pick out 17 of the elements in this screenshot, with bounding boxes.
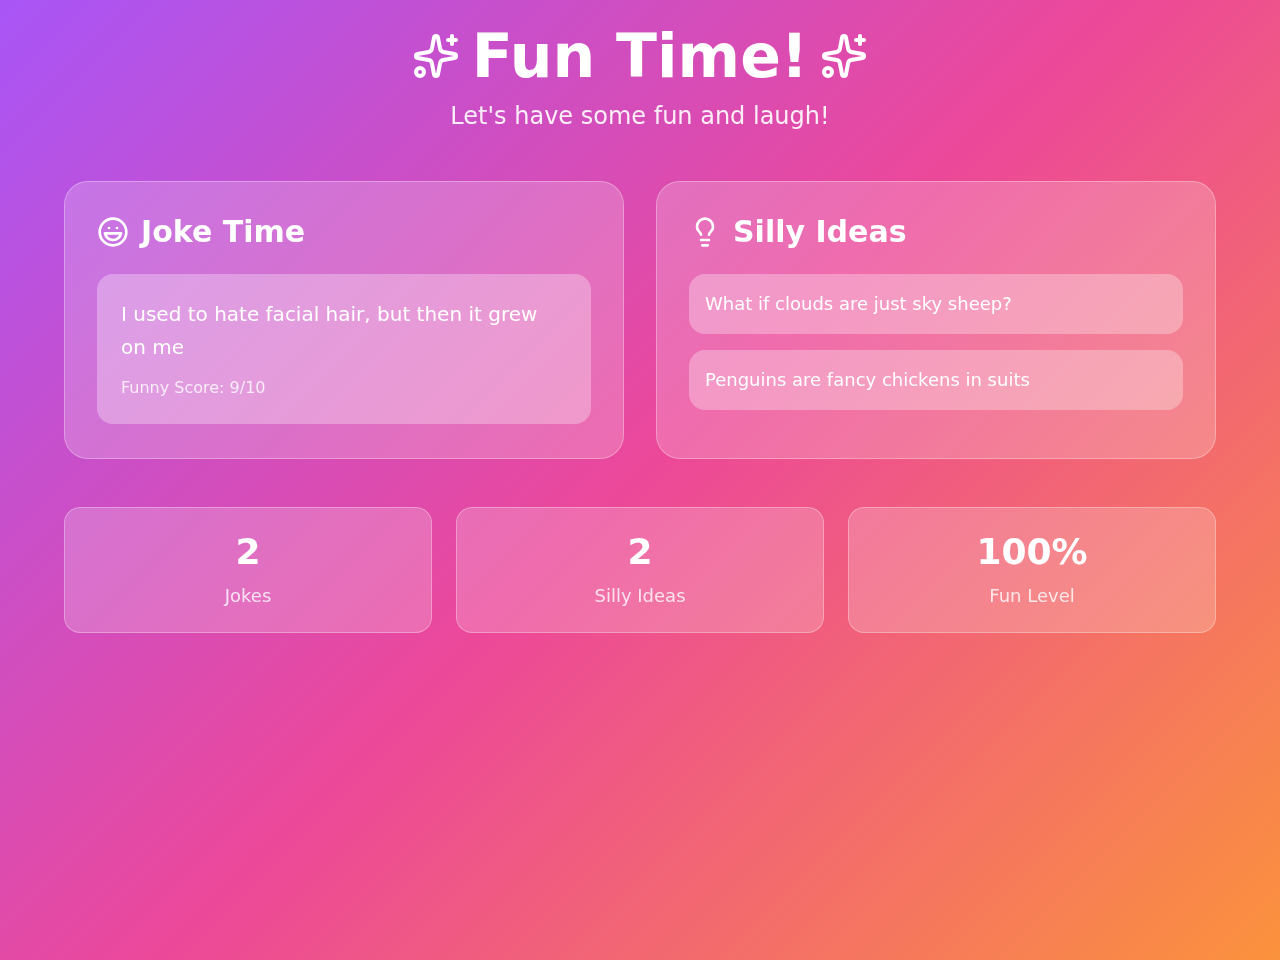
idea-item: What if clouds are just sky sheep? (689, 274, 1183, 334)
laughing-face-icon (97, 216, 129, 248)
stat-label: Fun Level (989, 584, 1075, 608)
page-title: Fun Time! (471, 24, 809, 88)
page-subtitle: Let's have some fun and laugh! (450, 101, 830, 132)
card-title: Silly Ideas (733, 214, 907, 250)
idea-item: Penguins are fancy chickens in suits (689, 350, 1183, 410)
stat-label: Silly Ideas (594, 584, 686, 608)
card-title: Joke Time (141, 214, 306, 250)
sparkles-icon (411, 32, 460, 80)
joke-text: I used to hate facial hair, but then it grew on me (121, 301, 539, 361)
stat-value: 2 (235, 532, 261, 572)
stat-value: 2 (627, 532, 653, 572)
funny-score: Funny Score: 9/10 (121, 377, 267, 399)
sparkles-icon (820, 32, 869, 80)
stat-label: Jokes (224, 584, 272, 608)
stat-value: 100% (976, 532, 1088, 572)
